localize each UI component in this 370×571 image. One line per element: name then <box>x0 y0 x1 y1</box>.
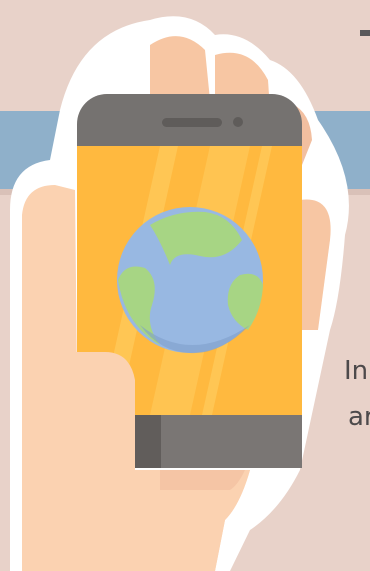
phone-side-button <box>135 415 161 468</box>
canvas: In ar <box>0 0 370 571</box>
speaker-grille <box>162 118 222 127</box>
camera-dot <box>233 117 243 127</box>
globe-icon <box>117 207 263 354</box>
hand-phone-globe-icon <box>10 16 349 571</box>
